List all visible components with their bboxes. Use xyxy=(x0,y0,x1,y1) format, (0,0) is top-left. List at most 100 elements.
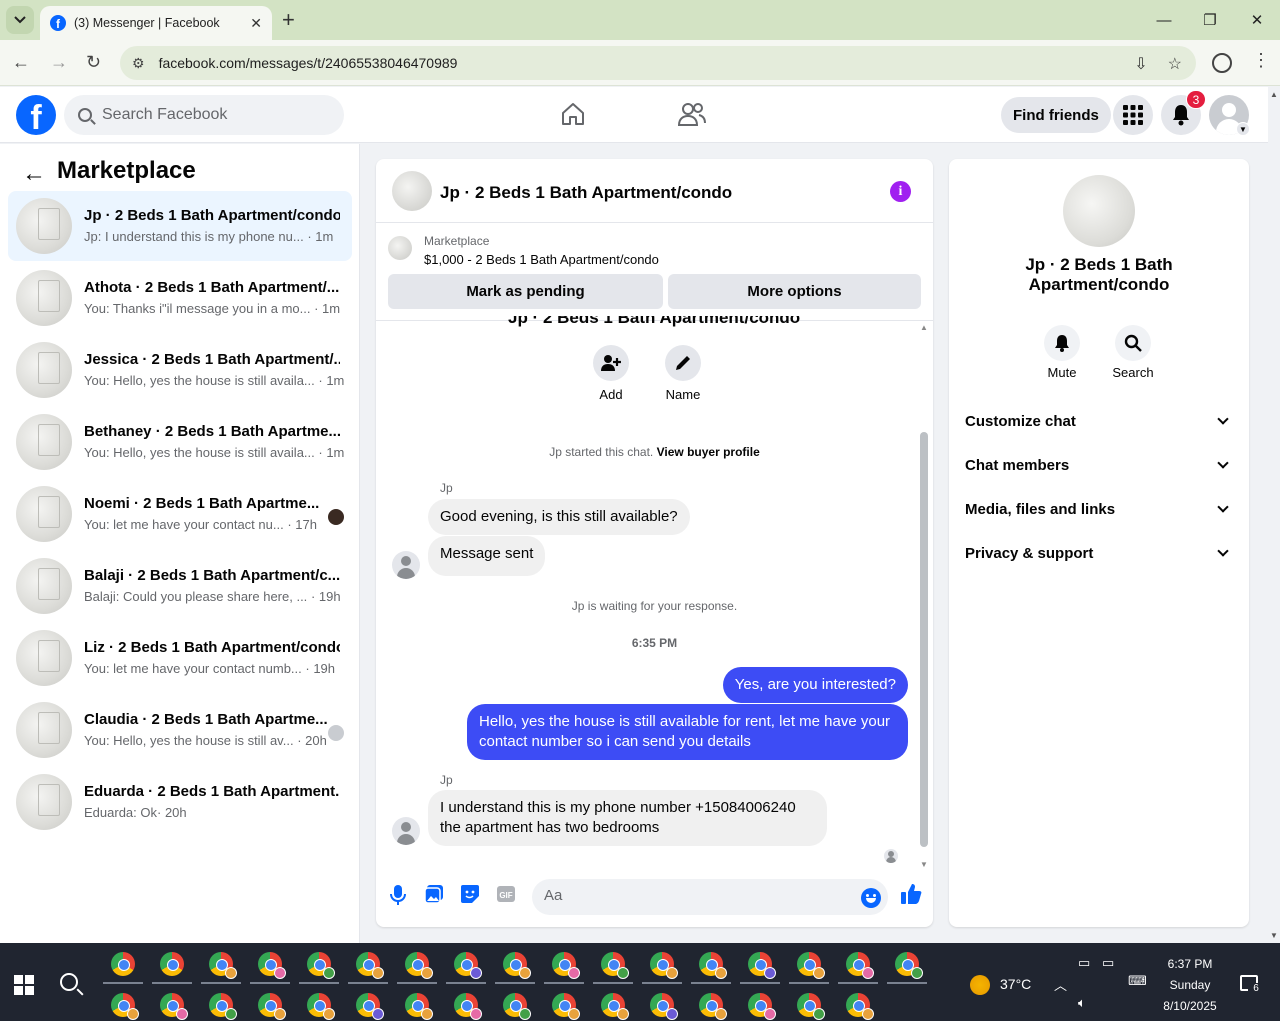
incoming-message[interactable]: I understand this is my phone number +15… xyxy=(428,790,827,846)
tab-search-button[interactable] xyxy=(6,6,34,34)
back-arrow-icon[interactable]: ← xyxy=(22,160,46,188)
chrome-taskbar-icon[interactable] xyxy=(405,993,433,1020)
outgoing-message[interactable]: Hello, yes the house is still available … xyxy=(467,704,908,760)
chrome-taskbar-icon[interactable] xyxy=(895,952,923,979)
keyboard-icon[interactable]: ⌨ xyxy=(1128,973,1147,989)
url-text[interactable]: facebook.com/messages/t/2406553804647098… xyxy=(159,55,458,71)
back-arrow-icon[interactable]: ← xyxy=(12,52,30,73)
conversation-item[interactable]: Jp · 2 Beds 1 Bath Apartment/condo Jp: I… xyxy=(8,191,352,261)
close-tab-icon[interactable]: ✕ xyxy=(250,15,262,32)
taskbar-search-icon[interactable] xyxy=(60,973,78,991)
voice-clip-button[interactable] xyxy=(390,884,406,911)
minimize-button[interactable]: — xyxy=(1144,6,1184,34)
network-icon[interactable]: ▭ xyxy=(1102,955,1114,971)
view-buyer-profile-link[interactable]: View buyer profile xyxy=(657,445,760,459)
conversation-item[interactable]: Athota · 2 Beds 1 Bath Apartment/... You… xyxy=(8,263,352,333)
chrome-taskbar-icon[interactable] xyxy=(503,993,531,1020)
attach-photo-button[interactable] xyxy=(424,884,444,909)
chat-scrollbar[interactable]: ▲ ▼ xyxy=(920,323,928,869)
taskbar-clock[interactable]: 6:37 PM Sunday 8/10/2025 xyxy=(1150,954,1230,1017)
chrome-taskbar-icon[interactable] xyxy=(454,952,482,979)
chrome-taskbar-icon[interactable] xyxy=(699,993,727,1020)
chrome-taskbar-icon[interactable] xyxy=(356,993,384,1020)
more-options-button[interactable]: More options xyxy=(668,274,921,309)
add-people-button[interactable] xyxy=(593,345,629,381)
chrome-taskbar-icon[interactable] xyxy=(258,952,286,979)
chrome-taskbar-icon[interactable] xyxy=(846,993,874,1020)
chrome-taskbar-icon[interactable] xyxy=(601,993,629,1020)
page-scrollbar[interactable]: ▲ ▼ xyxy=(1268,87,1280,943)
install-app-icon[interactable]: ⇩ xyxy=(1134,54,1147,74)
menu-grid-button[interactable] xyxy=(1113,95,1153,135)
chrome-taskbar-icon[interactable] xyxy=(111,993,139,1020)
chrome-taskbar-icon[interactable] xyxy=(601,952,629,979)
privacy-support-row[interactable]: Privacy & support xyxy=(965,531,1233,575)
conversation-item[interactable]: Balaji · 2 Beds 1 Bath Apartment/c... Ba… xyxy=(8,551,352,621)
browser-tab-active[interactable]: f (3) Messenger | Facebook ✕ xyxy=(40,6,272,40)
sticker-button[interactable] xyxy=(460,884,480,909)
search-in-chat-button[interactable] xyxy=(1115,325,1151,361)
bookmark-star-icon[interactable]: ☆ xyxy=(1168,54,1182,74)
close-window-button[interactable]: ✕ xyxy=(1237,6,1277,34)
incoming-message[interactable]: Good evening, is this still available? xyxy=(428,499,690,535)
scrollbar-thumb[interactable] xyxy=(920,432,928,847)
conversation-item[interactable]: Bethaney · 2 Beds 1 Bath Apartme... You:… xyxy=(8,407,352,477)
chat-title[interactable]: Jp · 2 Beds 1 Bath Apartment/condo xyxy=(440,183,732,203)
chrome-taskbar-icon[interactable] xyxy=(797,952,825,979)
facebook-logo-icon[interactable]: f xyxy=(16,95,56,135)
chrome-taskbar-icon[interactable] xyxy=(748,952,776,979)
mute-button[interactable] xyxy=(1044,325,1080,361)
conversation-item[interactable]: Claudia · 2 Beds 1 Bath Apartme... You: … xyxy=(8,695,352,765)
info-icon[interactable]: i xyxy=(890,181,911,202)
mark-as-pending-button[interactable]: Mark as pending xyxy=(388,274,663,309)
chrome-taskbar-icon[interactable] xyxy=(454,993,482,1020)
chrome-taskbar-icon[interactable] xyxy=(699,952,727,979)
show-hidden-icons-chevron-icon[interactable]: ︿ xyxy=(1054,975,1067,994)
conversation-item[interactable]: Noemi · 2 Beds 1 Bath Apartme... You: le… xyxy=(8,479,352,549)
chrome-taskbar-icon[interactable] xyxy=(552,993,580,1020)
incoming-message[interactable]: Message sent xyxy=(428,536,546,576)
customize-chat-row[interactable]: Customize chat xyxy=(965,399,1233,443)
gif-button[interactable]: GIF xyxy=(496,884,516,909)
chrome-taskbar-icon[interactable] xyxy=(356,952,384,979)
listing-price-title[interactable]: $1,000 - 2 Beds 1 Bath Apartment/condo xyxy=(424,252,659,267)
chrome-taskbar-icon[interactable] xyxy=(650,952,678,979)
new-tab-button[interactable]: + xyxy=(282,8,295,32)
account-caret-icon[interactable]: ▼ xyxy=(1236,122,1250,136)
conversation-item[interactable]: Eduarda · 2 Beds 1 Bath Apartment... Edu… xyxy=(8,767,352,837)
chrome-taskbar-icon[interactable] xyxy=(846,952,874,979)
message-input[interactable] xyxy=(544,887,844,904)
home-nav-button[interactable] xyxy=(560,101,586,132)
facebook-search-input[interactable] xyxy=(102,106,322,124)
message-input-box[interactable] xyxy=(532,879,888,915)
chrome-taskbar-icon[interactable] xyxy=(307,993,335,1020)
find-friends-button[interactable]: Find friends xyxy=(1001,97,1111,133)
browser-menu-icon[interactable]: ⋮ xyxy=(1252,50,1270,71)
friends-nav-button[interactable] xyxy=(677,101,706,132)
chrome-taskbar-icon[interactable] xyxy=(160,993,188,1020)
volume-icon[interactable]: 🔈︎ xyxy=(1078,995,1086,1011)
reload-icon[interactable]: ↻ xyxy=(86,52,101,73)
chrome-taskbar-icon[interactable] xyxy=(258,993,286,1020)
chrome-taskbar-icon[interactable] xyxy=(405,952,433,979)
emoji-icon[interactable] xyxy=(861,888,881,908)
chrome-taskbar-icon[interactable] xyxy=(160,952,184,976)
like-button[interactable] xyxy=(900,883,922,910)
chrome-taskbar-icon[interactable] xyxy=(503,952,531,979)
windows-start-icon[interactable] xyxy=(14,975,34,995)
conversation-item[interactable]: Liz · 2 Beds 1 Bath Apartment/condo You:… xyxy=(8,623,352,693)
chrome-taskbar-icon[interactable] xyxy=(650,993,678,1020)
browser-profile-icon[interactable] xyxy=(1212,53,1232,73)
chrome-taskbar-icon[interactable] xyxy=(797,993,825,1020)
weather-temperature[interactable]: 37°C xyxy=(1000,976,1031,992)
chrome-taskbar-icon[interactable] xyxy=(307,952,335,979)
url-omnibox[interactable]: ⚙ facebook.com/messages/t/24065538046470… xyxy=(120,46,1196,80)
weather-icon[interactable] xyxy=(970,975,990,995)
media-files-links-row[interactable]: Media, files and links xyxy=(965,487,1233,531)
restore-button[interactable]: ❐ xyxy=(1190,6,1230,34)
chrome-taskbar-icon[interactable] xyxy=(111,952,135,976)
chrome-taskbar-icon[interactable] xyxy=(209,993,237,1020)
outgoing-message[interactable]: Yes, are you interested? xyxy=(722,667,908,703)
site-info-icon[interactable]: ⚙ xyxy=(132,55,145,72)
facebook-search-box[interactable] xyxy=(64,95,344,135)
